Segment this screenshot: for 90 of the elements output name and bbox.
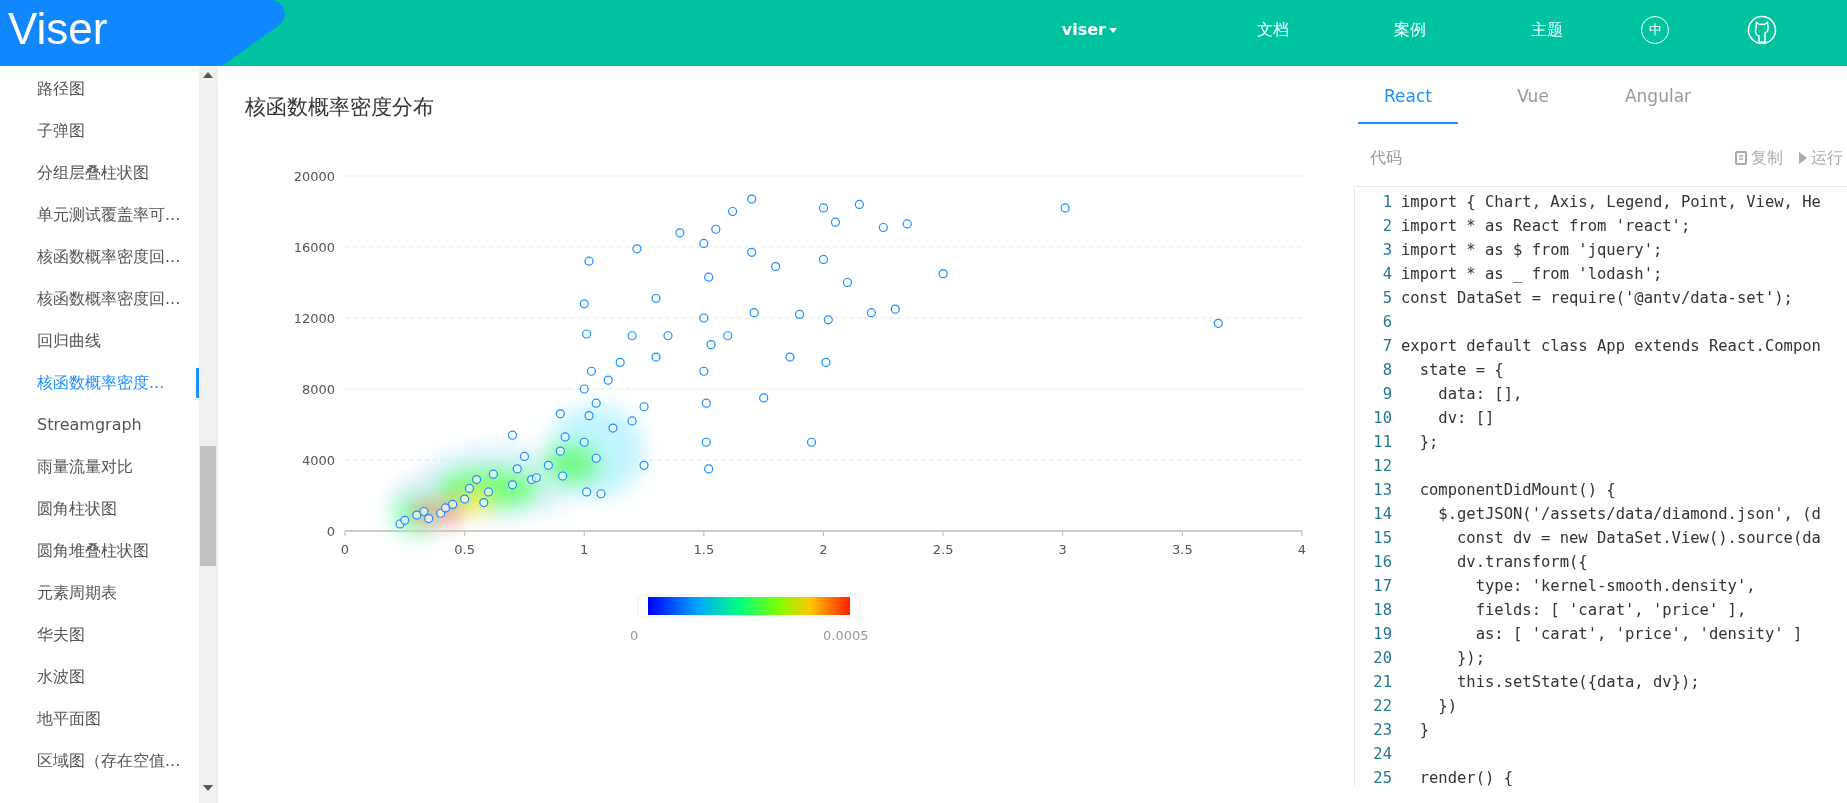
line-number: 22 (1372, 695, 1393, 717)
sidebar-item[interactable]: 分组层叠柱状图 (0, 152, 200, 194)
sidebar-item[interactable]: 华夫图 (0, 614, 200, 656)
code-line: }); (1456, 647, 1485, 669)
color-legend[interactable] (637, 594, 861, 617)
line-number: 20 (1372, 647, 1393, 669)
code-line: this.setState({data, dv}); (1456, 671, 1700, 693)
code-line: const DataSet = require('@antv/data-set'); (1401, 287, 1793, 309)
code-line: render() { (1418, 767, 1513, 786)
axis-tick-label: 12000 (293, 310, 335, 326)
code-line: dv.transform({ (1456, 551, 1588, 573)
sidebar-item[interactable]: 圆角柱状图 (0, 488, 200, 530)
line-number: 11 (1372, 431, 1393, 453)
axis-tick-label: 0 (340, 541, 350, 557)
axis-tick-label: 4 (1297, 541, 1307, 557)
legend-min-label: 0 (630, 627, 639, 643)
sidebar-item[interactable]: 地平面图 (0, 698, 200, 740)
axis-tick-label: 4000 (301, 452, 335, 468)
line-number: 25 (1372, 767, 1393, 786)
scrollbar-thumb[interactable] (200, 446, 216, 566)
scroll-up-icon[interactable] (203, 72, 214, 78)
code-line: fields: [ 'carat', 'price' ], (1474, 599, 1747, 621)
sidebar-item[interactable]: 区域图（存在空值... (0, 740, 200, 782)
sidebar-item[interactable]: Streamgraph (0, 404, 200, 446)
line-number: 15 (1372, 527, 1393, 549)
code-line: }; (1418, 431, 1439, 453)
code-line: } (1418, 719, 1429, 741)
code-line: state = { (1418, 359, 1504, 381)
line-number: 23 (1372, 719, 1393, 741)
axis-tick-label: 8000 (301, 381, 335, 397)
line-number: 4 (1381, 263, 1393, 285)
line-number: 3 (1381, 239, 1393, 261)
line-number: 12 (1372, 455, 1393, 477)
line-number: 21 (1372, 671, 1393, 693)
line-number: 14 (1372, 503, 1393, 525)
axis-tick-label: 1.5 (693, 541, 715, 557)
sidebar-item[interactable]: 水波图 (0, 656, 200, 698)
play-icon (1799, 151, 1807, 164)
sidebar-item[interactable]: 回归曲线 (0, 320, 200, 362)
sidebar-item[interactable]: 路径图 (0, 68, 200, 110)
axis-tick-label: 2.5 (932, 541, 954, 557)
code-label: 代码 (1370, 146, 1402, 169)
code-line: $.getJSON('/assets/data/diamond.json', (d (1437, 503, 1821, 525)
sidebar-item[interactable]: 雨量流量对比 (0, 446, 200, 488)
selection-indicator (196, 368, 200, 398)
scroll-down-icon[interactable] (203, 785, 214, 791)
axis-tick-label: 3 (1058, 541, 1067, 557)
line-number: 24 (1372, 743, 1393, 765)
code-line: import * as $ from 'jquery'; (1401, 239, 1663, 261)
line-number: 13 (1372, 479, 1393, 501)
line-number: 1 (1381, 191, 1393, 213)
line-number: 10 (1372, 407, 1393, 429)
axis-tick-label: 20000 (293, 168, 335, 184)
line-number: 19 (1372, 623, 1393, 645)
chart-title: 核函数概率密度分布 (245, 94, 435, 121)
code-line: componentDidMount() { (1418, 479, 1616, 501)
code-line: }) (1437, 695, 1457, 717)
copy-icon (1735, 150, 1747, 165)
axis-tick-label: 0 (326, 523, 335, 539)
sidebar-item[interactable]: 元素周期表 (0, 572, 200, 614)
line-number: 5 (1381, 287, 1393, 309)
line-number: 6 (1381, 311, 1393, 333)
axis-tick-label: 0.5 (454, 541, 475, 557)
code-line: dv: [] (1437, 407, 1495, 429)
line-number: 7 (1381, 335, 1393, 357)
line-number: 2 (1381, 215, 1393, 237)
sidebar-item[interactable]: 单元测试覆盖率可... (0, 194, 200, 236)
axis-tick-label: 2 (819, 541, 828, 557)
code-line: import * as React from 'react'; (1401, 215, 1691, 237)
scrollbar[interactable] (199, 66, 217, 803)
sidebar-item[interactable]: 核函数概率密度回... (0, 278, 200, 320)
axis-tick-label: 3.5 (1172, 541, 1193, 557)
line-number: 16 (1372, 551, 1393, 573)
sidebar-item[interactable]: 圆角堆叠柱状图 (0, 530, 200, 572)
axis-tick-label: 16000 (293, 239, 335, 255)
code-line: import * as _ from 'lodash'; (1401, 263, 1663, 285)
sidebar-item[interactable]: 子弹图 (0, 110, 200, 152)
code-line: import { Chart, Axis, Legend, Point, View, He (1401, 191, 1821, 213)
legend-max-label: 0.0005 (823, 627, 869, 643)
line-number: 9 (1381, 383, 1393, 405)
axis-tick-label: 1 (580, 541, 589, 557)
line-number: 18 (1372, 599, 1393, 621)
code-line: type: 'kernel-smooth.density', (1474, 575, 1756, 597)
line-number: 17 (1372, 575, 1393, 597)
code-line: const dv = new DataSet.View().source(da (1456, 527, 1821, 549)
line-number: 8 (1381, 359, 1393, 381)
sidebar-item[interactable]: 核函数概率密度回... (0, 236, 200, 278)
code-line: export default class App extends React.Compon (1401, 335, 1821, 357)
code-line: data: [], (1437, 383, 1523, 405)
code-line: as: [ 'carat', 'price', 'density' ] (1474, 623, 1803, 645)
